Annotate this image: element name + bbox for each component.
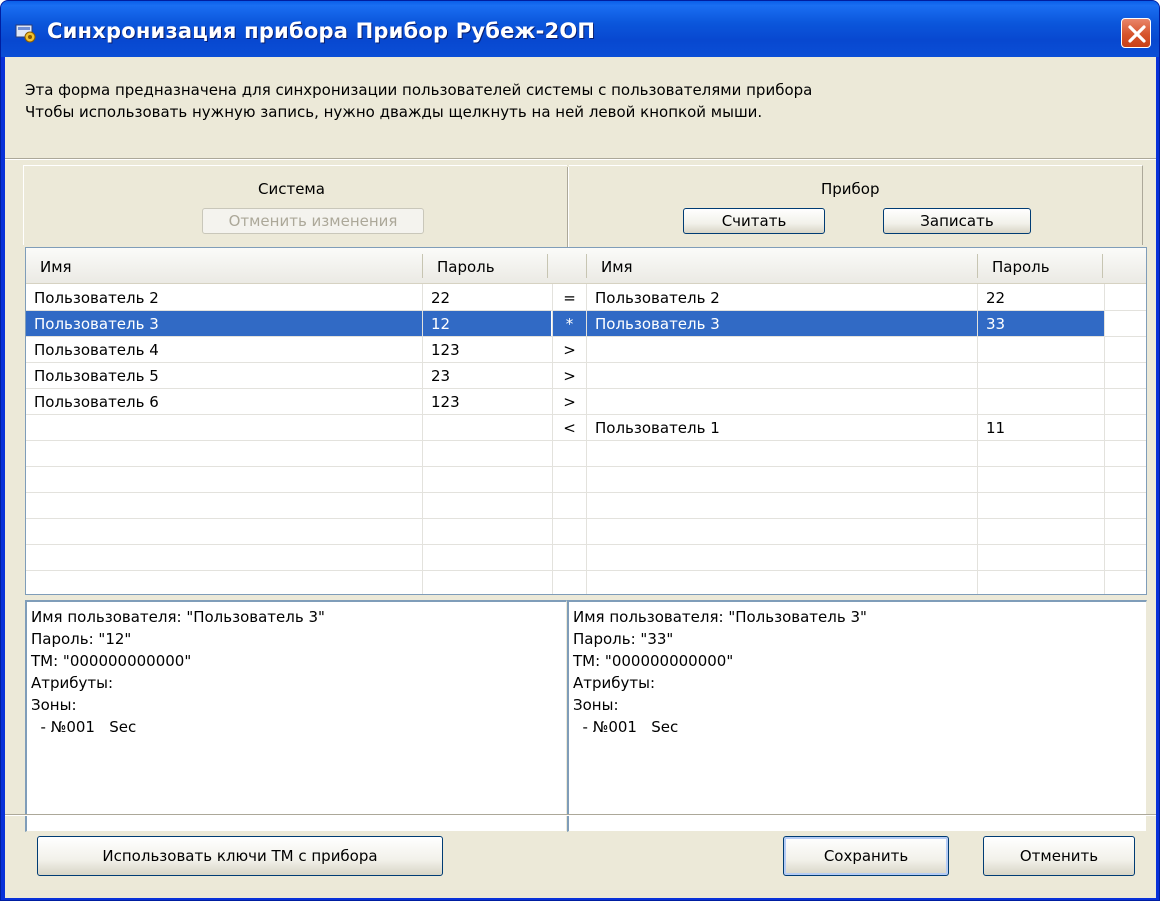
table-row[interactable]: Пользователь 2 22 = Пользователь 2 22	[26, 285, 1146, 311]
cell-pass-left[interactable]: 22	[423, 285, 551, 310]
cell-name-right[interactable]: Пользователь 3	[587, 311, 977, 336]
cell-pass-right[interactable]	[978, 363, 1104, 388]
cell-mark[interactable]: *	[553, 311, 586, 336]
cell-pass-left[interactable]: 23	[423, 363, 551, 388]
detail-zones: Зоны:	[31, 696, 77, 714]
dialog-client-area: Эта форма предназначена для синхронизаци…	[5, 57, 1156, 898]
cell-name-right[interactable]: Пользователь 1	[587, 415, 977, 440]
table-row[interactable]: Пользователь 5 23 >	[26, 363, 1146, 389]
detail-user-name: Имя пользователя: "Пользователь 3"	[31, 608, 325, 626]
cancel-changes-button[interactable]: Отменить изменения	[202, 208, 424, 234]
info-text-line-1: Эта форма предназначена для синхронизаци…	[25, 81, 813, 99]
cell-mark[interactable]: <	[553, 415, 586, 440]
divider	[5, 158, 1156, 160]
cell-pass-left[interactable]: 12	[423, 311, 551, 336]
cell-pass-right[interactable]: 11	[978, 415, 1104, 440]
info-text-line-2: Чтобы использовать нужную запись, нужно …	[25, 103, 763, 121]
empty-row[interactable]	[26, 467, 1146, 493]
detail-attributes: Атрибуты:	[573, 674, 656, 692]
cell-name-left[interactable]: Пользователь 3	[26, 311, 422, 336]
empty-row[interactable]	[26, 545, 1146, 571]
empty-row[interactable]	[26, 493, 1146, 519]
cell-pass-right[interactable]: 33	[978, 311, 1104, 336]
detail-zone-item: - №001 Sec	[31, 718, 137, 736]
cell-pass-left[interactable]	[423, 415, 551, 440]
system-panel: Система Отменить изменения	[23, 165, 567, 245]
close-button[interactable]	[1121, 18, 1151, 48]
cell-mark[interactable]: >	[553, 337, 586, 362]
table-row[interactable]: Пользователь 3 12 * Пользователь 3 33	[26, 311, 1146, 337]
cell-name-right[interactable]: Пользователь 2	[587, 285, 977, 310]
use-tm-keys-button[interactable]: Использовать ключи ТМ с прибора	[37, 836, 443, 876]
header-separator	[547, 254, 548, 278]
header-name-device[interactable]: Имя	[587, 248, 977, 284]
system-user-details: Имя пользователя: "Пользователь 3" Парол…	[25, 600, 567, 832]
cell-name-right[interactable]	[587, 363, 977, 388]
table-row[interactable]: < Пользователь 1 11	[26, 415, 1146, 441]
grid-header: Имя Пароль Имя Пароль	[26, 248, 1146, 284]
cell-name-left[interactable]: Пользователь 6	[26, 389, 422, 414]
device-panel: Прибор Считать Записать	[569, 165, 1143, 245]
cell-mark[interactable]: >	[553, 363, 586, 388]
write-button[interactable]: Записать	[883, 208, 1031, 234]
system-title: Система	[258, 180, 325, 198]
title-bar[interactable]: Синхронизация прибора Прибор Рубеж-2ОП	[1, 1, 1159, 57]
header-separator	[1102, 254, 1103, 278]
cell-name-right[interactable]	[587, 337, 977, 362]
window-title: Синхронизация прибора Прибор Рубеж-2ОП	[47, 19, 596, 43]
detail-tm: ТМ: "000000000000"	[31, 652, 192, 670]
detail-password: Пароль: "33"	[573, 630, 674, 648]
empty-row[interactable]	[26, 519, 1146, 545]
read-button[interactable]: Считать	[683, 208, 825, 234]
detail-zones: Зоны:	[573, 696, 619, 714]
header-name-system[interactable]: Имя	[26, 248, 422, 284]
table-row[interactable]: Пользователь 6 123 >	[26, 389, 1146, 415]
cell-pass-right[interactable]: 22	[978, 285, 1104, 310]
cell-name-left[interactable]: Пользователь 4	[26, 337, 422, 362]
header-password-system[interactable]: Пароль	[423, 248, 547, 284]
close-icon	[1128, 25, 1146, 43]
detail-user-name: Имя пользователя: "Пользователь 3"	[573, 608, 867, 626]
device-title: Прибор	[821, 180, 880, 198]
detail-password: Пароль: "12"	[31, 630, 132, 648]
cell-pass-right[interactable]	[978, 337, 1104, 362]
cell-mark[interactable]: =	[553, 285, 586, 310]
users-grid[interactable]: Имя Пароль Имя Пароль Пользователь 2 22 = П…	[25, 247, 1147, 595]
sync-dialog-window: Синхронизация прибора Прибор Рубеж-2ОП Э…	[0, 0, 1160, 901]
cell-name-left[interactable]	[26, 415, 422, 440]
cell-name-left[interactable]: Пользователь 5	[26, 363, 422, 388]
detail-zone-item: - №001 Sec	[573, 718, 679, 736]
cell-mark[interactable]: >	[553, 389, 586, 414]
device-user-details: Имя пользователя: "Пользователь 3" Парол…	[567, 600, 1147, 832]
cancel-button[interactable]: Отменить	[983, 836, 1135, 876]
app-icon	[15, 24, 36, 43]
save-button[interactable]: Сохранить	[783, 836, 949, 876]
empty-row[interactable]	[26, 441, 1146, 467]
cell-name-left[interactable]: Пользователь 2	[26, 285, 422, 310]
cell-pass-left[interactable]: 123	[423, 337, 551, 362]
detail-tm: ТМ: "000000000000"	[573, 652, 734, 670]
cell-pass-left[interactable]: 123	[423, 389, 551, 414]
empty-row[interactable]	[26, 571, 1146, 594]
divider	[5, 814, 1156, 816]
table-row[interactable]: Пользователь 4 123 >	[26, 337, 1146, 363]
header-password-device[interactable]: Пароль	[978, 248, 1102, 284]
cell-pass-right[interactable]	[978, 389, 1104, 414]
detail-attributes: Атрибуты:	[31, 674, 114, 692]
cell-name-right[interactable]	[587, 389, 977, 414]
